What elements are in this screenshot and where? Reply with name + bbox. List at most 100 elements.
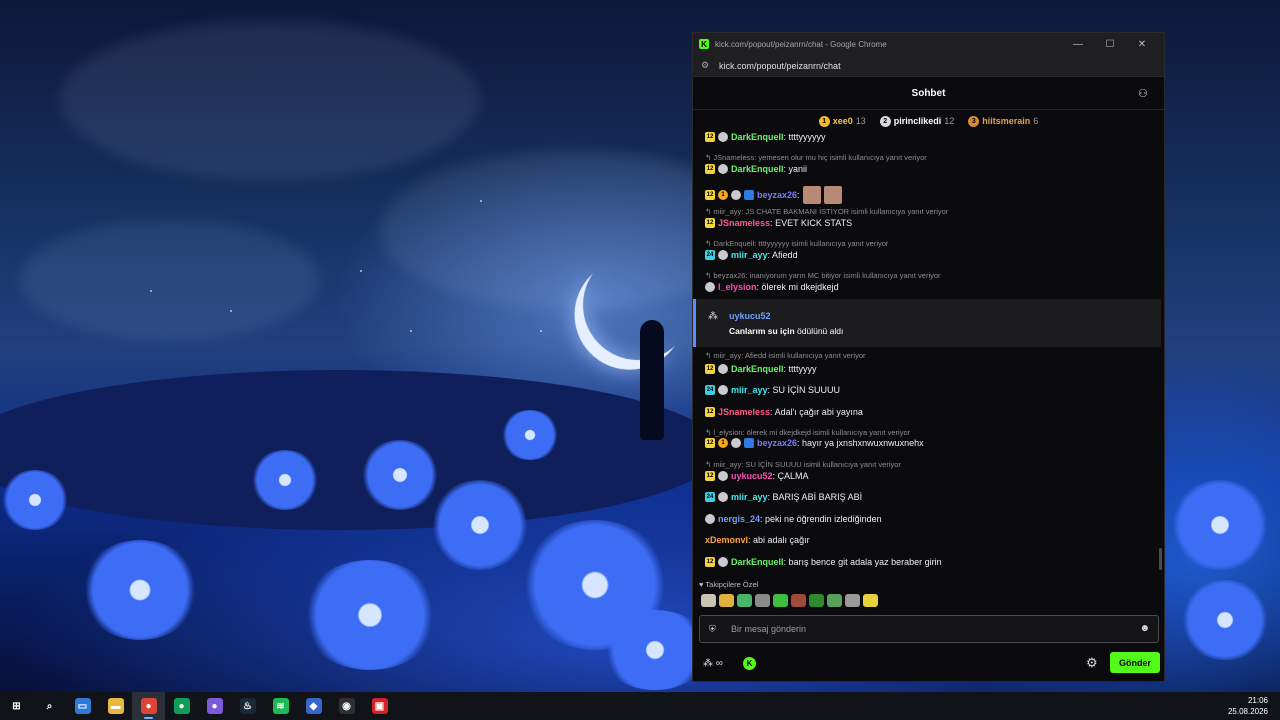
chrome-alt-icon: ● (206, 698, 223, 714)
reply-context[interactable]: ↰ DarkEnquell: ttttyyyyyy isimli kullanı… (705, 239, 888, 248)
chat-message[interactable]: xDemonvl: abi adalı çağır (705, 535, 1155, 545)
chat-message[interactable]: 12 JSnameless: EVET KICK STATS (705, 218, 1155, 228)
reply-context[interactable]: ↰ miir_ayy: SU İÇİN SUUUU isimli kullanı… (705, 460, 901, 469)
chat-message[interactable]: 24 miir_ayy: Afiedd (705, 250, 1155, 260)
taskbar-app[interactable]: ◆ (297, 692, 330, 720)
emote-button[interactable] (773, 594, 788, 607)
gear-icon[interactable]: ⚙ (1086, 655, 1098, 671)
av-badge-icon (705, 282, 715, 292)
emote-button[interactable] (845, 594, 860, 607)
chat-message[interactable]: l_elysion: ölerek mi dkejdkejd (705, 282, 1155, 292)
taskbar-app[interactable]: ⊞ (0, 692, 33, 720)
emoji-picker-icon[interactable]: ☻ (1139, 623, 1150, 634)
taskbar-app[interactable]: ● (198, 692, 231, 720)
reply-context[interactable]: ↰ JSnameless: yemesen olur mu hiç isimli… (705, 153, 927, 162)
shield-icon: ⛨ (709, 624, 716, 634)
leaderboard-user[interactable]: xee0 (833, 116, 853, 126)
chat-input[interactable]: ⛨ Bir mesaj gönderin ☻ (699, 615, 1159, 643)
taskbar-app[interactable]: ◉ (330, 692, 363, 720)
leaderboard-user[interactable]: pirinclikedi (894, 116, 942, 126)
chrome-popup-window: K kick.com/popout/peizanrn/chat - Google… (692, 32, 1165, 682)
chat-messages[interactable]: ⁂ uykucu52 Canlarım su için ödülünü aldı… (693, 132, 1164, 604)
emote-button[interactable] (719, 594, 734, 607)
reply-context[interactable]: ↰ miir_ayy: Afiedd isimli kullanıcıya ya… (705, 351, 866, 360)
av-badge-icon (718, 557, 728, 567)
address-bar[interactable]: ⚙ kick.com/popout/peizanrn/chat (693, 55, 1164, 77)
chat-username[interactable]: miir_ayy (731, 385, 768, 395)
taskbar-app[interactable]: ▣ (363, 692, 396, 720)
chat-username[interactable]: nergis_24 (718, 514, 760, 524)
chat-message[interactable]: 12 DarkEnquell: ttttyyyyyy (705, 132, 1155, 142)
chat-username[interactable]: l_elysion (718, 282, 757, 292)
taskbar-app[interactable]: ● (132, 692, 165, 720)
taskbar-app[interactable]: ▬ (99, 692, 132, 720)
chat-username[interactable]: DarkEnquell (731, 364, 784, 374)
chat-username[interactable]: beyzax26 (757, 190, 797, 200)
maximize-button[interactable]: ☐ (1094, 39, 1126, 50)
reward-user[interactable]: uykucu52 (729, 311, 771, 321)
chat-username[interactable]: DarkEnquell (731, 557, 784, 567)
taskbar-app[interactable]: ≋ (264, 692, 297, 720)
taskbar: ⊞ ⌕ ▭ ▬ ● ● ● ♨ ≋ ◆ ◉ ▣ 21:06 25.08.2026 (0, 692, 1280, 720)
chat-username[interactable]: JSnameless (718, 407, 770, 417)
emote-button[interactable] (755, 594, 770, 607)
send-button[interactable]: Gönder (1110, 652, 1160, 673)
reply-context[interactable]: ↰ beyzax26: inanıyorum yarın MC bitiyor … (705, 271, 941, 280)
chat-message[interactable]: 12 1 beyzax26: (705, 186, 1155, 204)
chat-username[interactable]: DarkEnquell (731, 164, 784, 174)
chat-username[interactable]: beyzax26 (757, 438, 797, 448)
emote-button[interactable] (827, 594, 842, 607)
chat-message[interactable]: nergis_24: peki ne öğrendin izlediğinden (705, 514, 1155, 524)
kick-icon[interactable]: K (743, 657, 756, 670)
url-text[interactable]: kick.com/popout/peizanrn/chat (719, 61, 841, 71)
sub2-badge-icon: 24 (705, 492, 715, 502)
minimize-button[interactable]: — (1062, 39, 1094, 50)
chat-message[interactable]: 12 1 beyzax26: hayır ya jxnshxnwuxnwuxnehx (705, 438, 1155, 448)
chat-username[interactable]: DarkEnquell (731, 132, 784, 142)
emote-button[interactable] (701, 594, 716, 607)
close-button[interactable]: ✕ (1126, 39, 1158, 50)
chat-username[interactable]: miir_ayy (731, 250, 768, 260)
taskbar-app[interactable]: ● (165, 692, 198, 720)
taskbar-app[interactable]: ⌕ (33, 692, 66, 720)
chat-message[interactable]: 12 DarkEnquell: ttttyyyy (705, 364, 1155, 374)
chat-message[interactable]: 12 uykucu52: ÇALMA (705, 471, 1155, 481)
chat-message[interactable]: 12 DarkEnquell: barış bence git adala yaz… (705, 557, 1155, 567)
taskbar-app[interactable]: ♨ (231, 692, 264, 720)
reward-text: Canlarım su için ödülünü aldı (729, 326, 844, 336)
chat-username[interactable]: JSnameless (718, 218, 770, 228)
av-badge-icon (705, 514, 715, 524)
chat-text: ÇALMA (775, 471, 809, 481)
system-clock[interactable]: 21:06 25.08.2026 (1228, 695, 1268, 717)
taskbar-app[interactable]: ▭ (66, 692, 99, 720)
chat-text: ttttyyyy (786, 364, 817, 374)
chat-message[interactable]: 12 DarkEnquell: yanii (705, 164, 1155, 174)
channel-points-display[interactable]: ⁂ ∞ (703, 658, 723, 669)
reply-context[interactable]: ↰ miir_ayy: JS CHATE BAKMANI İSTİYOR isi… (705, 207, 948, 216)
folder-icon: ▬ (107, 698, 124, 714)
sub-badge-icon: 12 (705, 557, 715, 567)
chat-username[interactable]: xDemonvl (705, 535, 748, 545)
chat-text: ttttyyyyyy (786, 132, 826, 142)
emote-button[interactable] (809, 594, 824, 607)
leaderboard-entry[interactable]: 3 hiitsmerain 6 (968, 115, 1038, 127)
leaderboard-count: 13 (855, 116, 866, 126)
emote-button[interactable] (791, 594, 806, 607)
chat-message[interactable]: 24 miir_ayy: BARIŞ ABİ BARIŞ ABİ (705, 492, 1155, 502)
users-list-icon[interactable]: ⚇ (1138, 87, 1150, 100)
chrome-profile-icon: ● (173, 698, 190, 714)
emote-button[interactable] (863, 594, 878, 607)
window-titlebar[interactable]: K kick.com/popout/peizanrn/chat - Google… (693, 33, 1164, 55)
chat-scrollbar[interactable] (1159, 548, 1162, 570)
chat-text: Afiedd (770, 250, 798, 260)
leaderboard-entry[interactable]: 2 pirinclikedi 12 (879, 115, 954, 127)
chat-message[interactable]: 24 miir_ayy: SU İÇİN SUUUU (705, 385, 1155, 395)
leaderboard-user[interactable]: hiitsmerain (982, 116, 1030, 126)
emote-button[interactable] (737, 594, 752, 607)
site-settings-icon[interactable]: ⚙ (701, 60, 719, 71)
chat-message[interactable]: 12 JSnameless: Adal'ı çağır abi yayına (705, 407, 1155, 417)
chat-username[interactable]: miir_ayy (731, 492, 768, 502)
leaderboard-entry[interactable]: 1 xee0 13 (818, 115, 866, 127)
reply-context[interactable]: ↰ l_elysion: ölerek mi dkejdkejd isimli … (705, 428, 910, 437)
chat-username[interactable]: uykucu52 (731, 471, 773, 481)
